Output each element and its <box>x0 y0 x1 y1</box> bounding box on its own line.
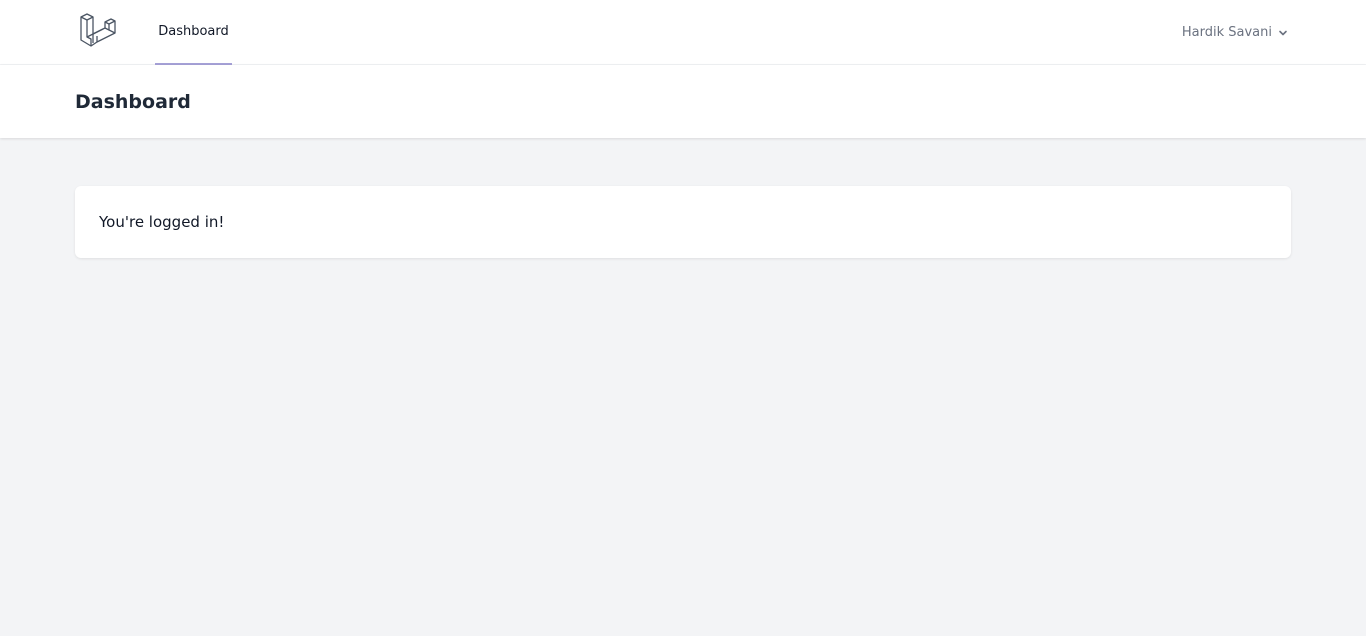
user-menu-dropdown[interactable]: Hardik Savani <box>1182 0 1288 64</box>
page-title: Dashboard <box>75 90 191 113</box>
user-name: Hardik Savani <box>1181 24 1272 40</box>
chevron-down-icon <box>1278 27 1288 37</box>
top-navbar: Dashboard Hardik Savani <box>0 0 1366 65</box>
page-header: Dashboard <box>0 65 1366 138</box>
content-card: You're logged in! <box>75 186 1291 258</box>
nav-link-dashboard[interactable]: Dashboard <box>155 0 232 65</box>
laravel-logo-icon[interactable] <box>78 13 116 51</box>
logged-in-message: You're logged in! <box>99 213 225 231</box>
